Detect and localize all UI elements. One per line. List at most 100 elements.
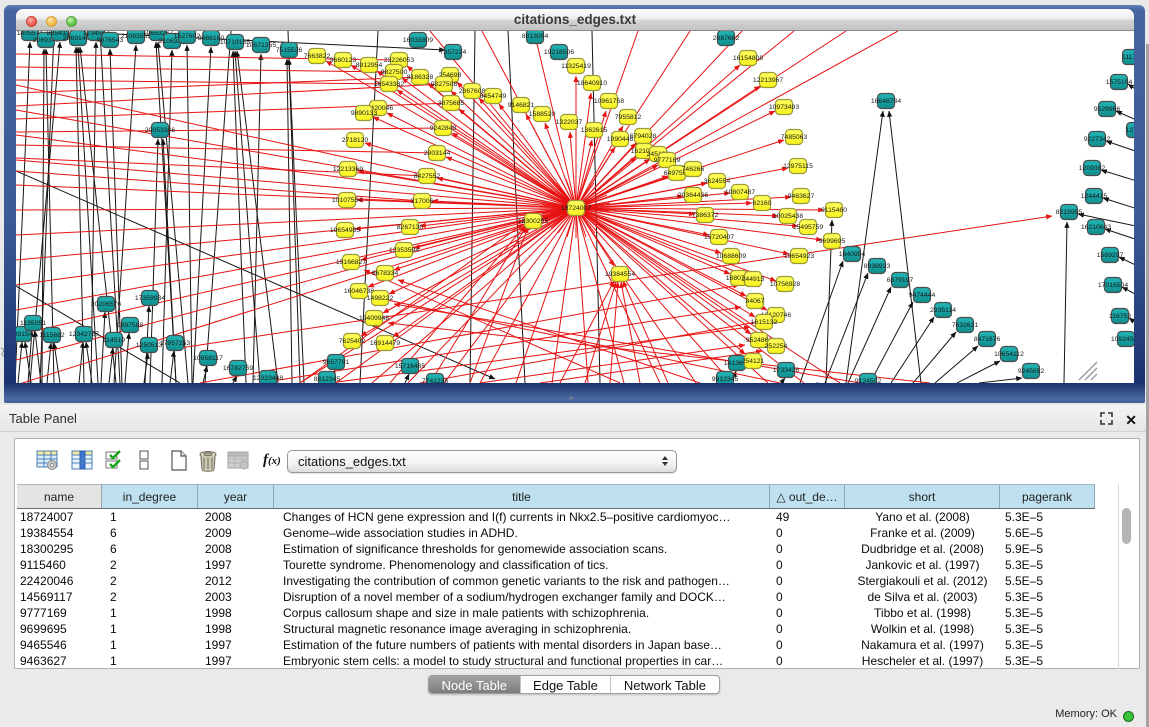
svg-text:12213967: 12213967 xyxy=(753,77,783,84)
svg-text:9146821: 9146821 xyxy=(508,102,535,109)
svg-text:2718120: 2718120 xyxy=(342,137,369,144)
svg-text:1115682: 1115682 xyxy=(39,332,65,339)
svg-text:10807487: 10807487 xyxy=(725,189,755,196)
svg-text:114519: 114519 xyxy=(103,337,125,344)
svg-text:9227342: 9227342 xyxy=(1084,136,1111,143)
svg-text:8427552: 8427552 xyxy=(414,173,441,180)
svg-text:62160: 62160 xyxy=(753,200,772,207)
svg-text:23226053: 23226053 xyxy=(384,57,414,64)
svg-text:16046738: 16046738 xyxy=(344,288,374,295)
svg-text:7632621: 7632621 xyxy=(952,322,979,329)
svg-text:1733426: 1733426 xyxy=(773,367,800,374)
svg-text:16154808: 16154808 xyxy=(733,55,763,62)
svg-text:16210643: 16210643 xyxy=(1081,224,1111,231)
svg-text:15495759: 15495759 xyxy=(793,224,823,231)
svg-text:8813054: 8813054 xyxy=(522,33,549,40)
svg-text:10958117: 10958117 xyxy=(193,355,223,362)
svg-text:12744: 12744 xyxy=(1126,127,1134,134)
svg-text:39154: 39154 xyxy=(16,331,33,338)
svg-text:8938923: 8938923 xyxy=(864,263,891,270)
svg-text:1527602: 1527602 xyxy=(174,33,201,40)
svg-text:254121: 254121 xyxy=(742,358,765,365)
svg-text:1640954: 1640954 xyxy=(839,251,866,258)
svg-text:10961758: 10961758 xyxy=(594,98,624,105)
svg-text:17957253: 17957253 xyxy=(160,340,190,347)
svg-text:244913: 244913 xyxy=(742,276,765,283)
svg-text:1575104: 1575104 xyxy=(1106,79,1133,86)
svg-text:19218506: 19218506 xyxy=(544,49,574,56)
svg-text:2935114: 2935114 xyxy=(930,307,956,314)
svg-text:9327508: 9327508 xyxy=(431,81,458,88)
svg-text:2803144: 2803144 xyxy=(424,150,451,157)
svg-text:10025438: 10025438 xyxy=(773,213,803,220)
svg-text:10756928: 10756928 xyxy=(770,281,800,288)
svg-text:6794028: 6794028 xyxy=(630,133,657,140)
svg-text:9827500: 9827500 xyxy=(381,69,408,76)
svg-text:8471676: 8471676 xyxy=(974,336,1001,343)
svg-text:10973493: 10973493 xyxy=(769,104,799,111)
svg-text:11172: 11172 xyxy=(1122,54,1134,61)
svg-text:18724007: 18724007 xyxy=(561,205,591,212)
svg-text:9657791: 9657791 xyxy=(323,359,350,366)
svg-text:19166827: 19166827 xyxy=(336,259,366,266)
svg-text:9474444: 9474444 xyxy=(909,292,936,299)
svg-text:7485063: 7485063 xyxy=(781,134,808,141)
svg-text:16543382: 16543382 xyxy=(374,81,404,88)
svg-text:746266: 746266 xyxy=(682,166,705,173)
svg-text:317006: 317006 xyxy=(411,198,434,205)
svg-text:9463627: 9463627 xyxy=(788,193,815,200)
svg-text:16033809: 16033809 xyxy=(403,37,433,44)
svg-text:8454749: 8454749 xyxy=(480,93,507,100)
svg-text:19654985: 19654985 xyxy=(330,227,360,234)
svg-text:7515526: 7515526 xyxy=(276,47,303,54)
svg-text:9777169: 9777169 xyxy=(654,157,681,164)
svg-text:18300295: 18300295 xyxy=(518,218,548,225)
svg-text:3875685: 3875685 xyxy=(438,100,465,107)
svg-text:9876543: 9876543 xyxy=(97,37,124,44)
svg-text:8912954: 8912954 xyxy=(356,62,383,69)
svg-text:10654112: 10654112 xyxy=(994,351,1024,358)
svg-text:1209382: 1209382 xyxy=(1079,165,1106,172)
svg-text:12323448: 12323448 xyxy=(253,375,283,382)
svg-text:20053346: 20053346 xyxy=(145,127,175,134)
svg-text:20364436: 20364436 xyxy=(678,192,708,199)
svg-text:15716485: 15716485 xyxy=(395,363,425,370)
svg-text:17016504: 17016504 xyxy=(1098,282,1128,289)
svg-text:10924502: 10924502 xyxy=(1111,336,1134,343)
svg-text:8215955: 8215955 xyxy=(1056,209,1083,216)
svg-text:15720407: 15720407 xyxy=(704,234,734,241)
svg-text:9529966: 9529966 xyxy=(1094,106,1121,113)
svg-text:116753: 116753 xyxy=(1109,313,1131,320)
svg-text:1588520: 1588520 xyxy=(529,111,556,118)
svg-text:11325419: 11325419 xyxy=(561,63,591,70)
svg-text:7741236: 7741236 xyxy=(422,378,449,383)
svg-text:1244415: 1244415 xyxy=(1081,193,1108,200)
svg-text:7625402: 7625402 xyxy=(339,338,366,345)
svg-text:9245652: 9245652 xyxy=(1018,368,1045,375)
svg-text:6879197: 6879197 xyxy=(887,277,914,284)
svg-text:12975115: 12975115 xyxy=(783,163,813,170)
svg-text:8267130: 8267130 xyxy=(397,224,424,231)
svg-text:18640910: 18640910 xyxy=(577,80,607,87)
svg-text:1498222: 1498222 xyxy=(367,295,394,302)
svg-text:9660123: 9660123 xyxy=(330,57,357,64)
svg-text:7955812: 7955812 xyxy=(615,114,642,121)
svg-text:12213369: 12213369 xyxy=(333,166,363,173)
svg-text:20206576: 20206576 xyxy=(91,301,121,308)
svg-text:12353594: 12353594 xyxy=(389,247,419,254)
svg-text:84067: 84067 xyxy=(746,298,765,305)
svg-text:16782759: 16782759 xyxy=(223,365,253,372)
svg-text:8812345: 8812345 xyxy=(314,376,341,383)
svg-text:9699695: 9699695 xyxy=(819,238,846,245)
svg-text:16914479: 16914479 xyxy=(370,340,400,347)
svg-text:10688609: 10688609 xyxy=(716,253,746,260)
svg-text:9115460: 9115460 xyxy=(821,207,847,214)
svg-text:9242848: 9242848 xyxy=(430,125,457,132)
svg-text:10107554: 10107554 xyxy=(332,197,362,204)
svg-text:8186328: 8186328 xyxy=(407,74,434,81)
svg-text:7663822: 7663822 xyxy=(304,53,331,60)
svg-text:9912345: 9912345 xyxy=(712,376,739,383)
svg-text:16648784: 16648784 xyxy=(871,98,901,105)
svg-text:19654923: 19654923 xyxy=(784,253,814,260)
svg-text:2887682: 2887682 xyxy=(713,35,740,42)
